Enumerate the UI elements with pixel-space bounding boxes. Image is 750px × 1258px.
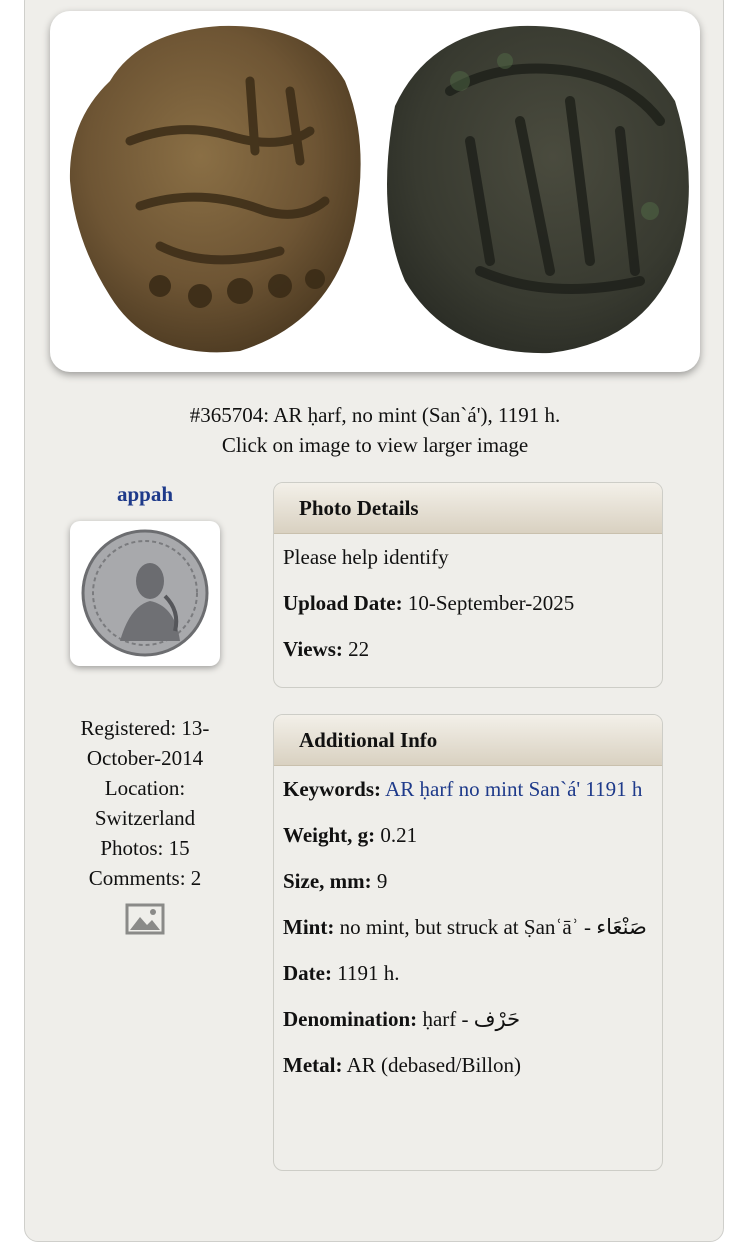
registered-date: Registered: 13-October-2014: [80, 716, 210, 770]
denomination-label: Denomination:: [283, 1007, 418, 1031]
upload-date-row: Upload Date: 10-September-2025: [283, 588, 652, 618]
comment-count: Comments: 2: [88, 866, 202, 890]
keywords-label: Keywords:: [283, 777, 381, 801]
photo-hint: Click on image to view larger image: [221, 433, 529, 457]
mint-value: no mint, but struck at Ṣanʿāʾ - صَنْعَاء: [339, 915, 647, 939]
keywords-link[interactable]: AR ḥarf no mint San`á' 1191 h: [385, 777, 642, 801]
uploader-avatar[interactable]: [70, 521, 220, 666]
metal-row: Metal: AR (debased/Billon): [283, 1050, 652, 1080]
coin-image: [69, 25, 689, 354]
image-gallery-icon[interactable]: [125, 902, 165, 936]
denomination-value: ḥarf - حَرْف: [422, 1007, 521, 1031]
weight-row: Weight, g: 0.21: [283, 820, 652, 850]
weight-value: 0.21: [380, 823, 418, 847]
mint-row: Mint: no mint, but struck at Ṣanʿāʾ - صَ…: [283, 912, 652, 942]
additional-info-box: Additional Info Keywords: AR ḥarf no min…: [273, 714, 663, 1171]
photo-title: #365704: AR ḥarf, no mint (San`á'), 1191…: [189, 403, 561, 427]
photo-details-box: Photo Details Please help identify Uploa…: [273, 482, 663, 688]
views-row: Views: 22: [283, 634, 652, 664]
additional-info-heading: Additional Info: [274, 715, 662, 766]
uploader-username-link[interactable]: appah: [70, 482, 220, 507]
views-label: Views:: [283, 637, 343, 661]
upload-date-value: 10-September-2025: [407, 591, 575, 615]
denomination-row: Denomination: ḥarf - حَرْف: [283, 1004, 652, 1034]
date-row: Date: 1191 h.: [283, 958, 652, 988]
size-row: Size, mm: 9: [283, 866, 652, 896]
size-label: Size, mm:: [283, 869, 372, 893]
metal-value: AR (debased/Billon): [346, 1053, 521, 1077]
views-value: 22: [348, 637, 370, 661]
photo-details-heading: Photo Details: [274, 483, 662, 534]
photo-count: Photos: 15: [100, 836, 190, 860]
avatar-coin-image: [81, 529, 209, 657]
keywords-row: Keywords: AR ḥarf no mint San`á' 1191 h: [283, 774, 652, 804]
upload-date-label: Upload Date:: [283, 591, 403, 615]
photo-caption: #365704: AR ḥarf, no mint (San`á'), 1191…: [0, 400, 750, 460]
user-location: Location: Switzerland: [94, 776, 196, 830]
uploader-stats: Registered: 13-October-2014 Location: Sw…: [60, 713, 230, 893]
weight-label: Weight, g:: [283, 823, 376, 847]
date-label: Date:: [283, 961, 332, 985]
metal-label: Metal:: [283, 1053, 343, 1077]
date-value: 1191 h.: [337, 961, 400, 985]
size-value: 9: [376, 869, 388, 893]
photo-description: Please help identify: [283, 545, 449, 569]
mint-label: Mint:: [283, 915, 335, 939]
coin-photo[interactable]: [50, 11, 700, 372]
